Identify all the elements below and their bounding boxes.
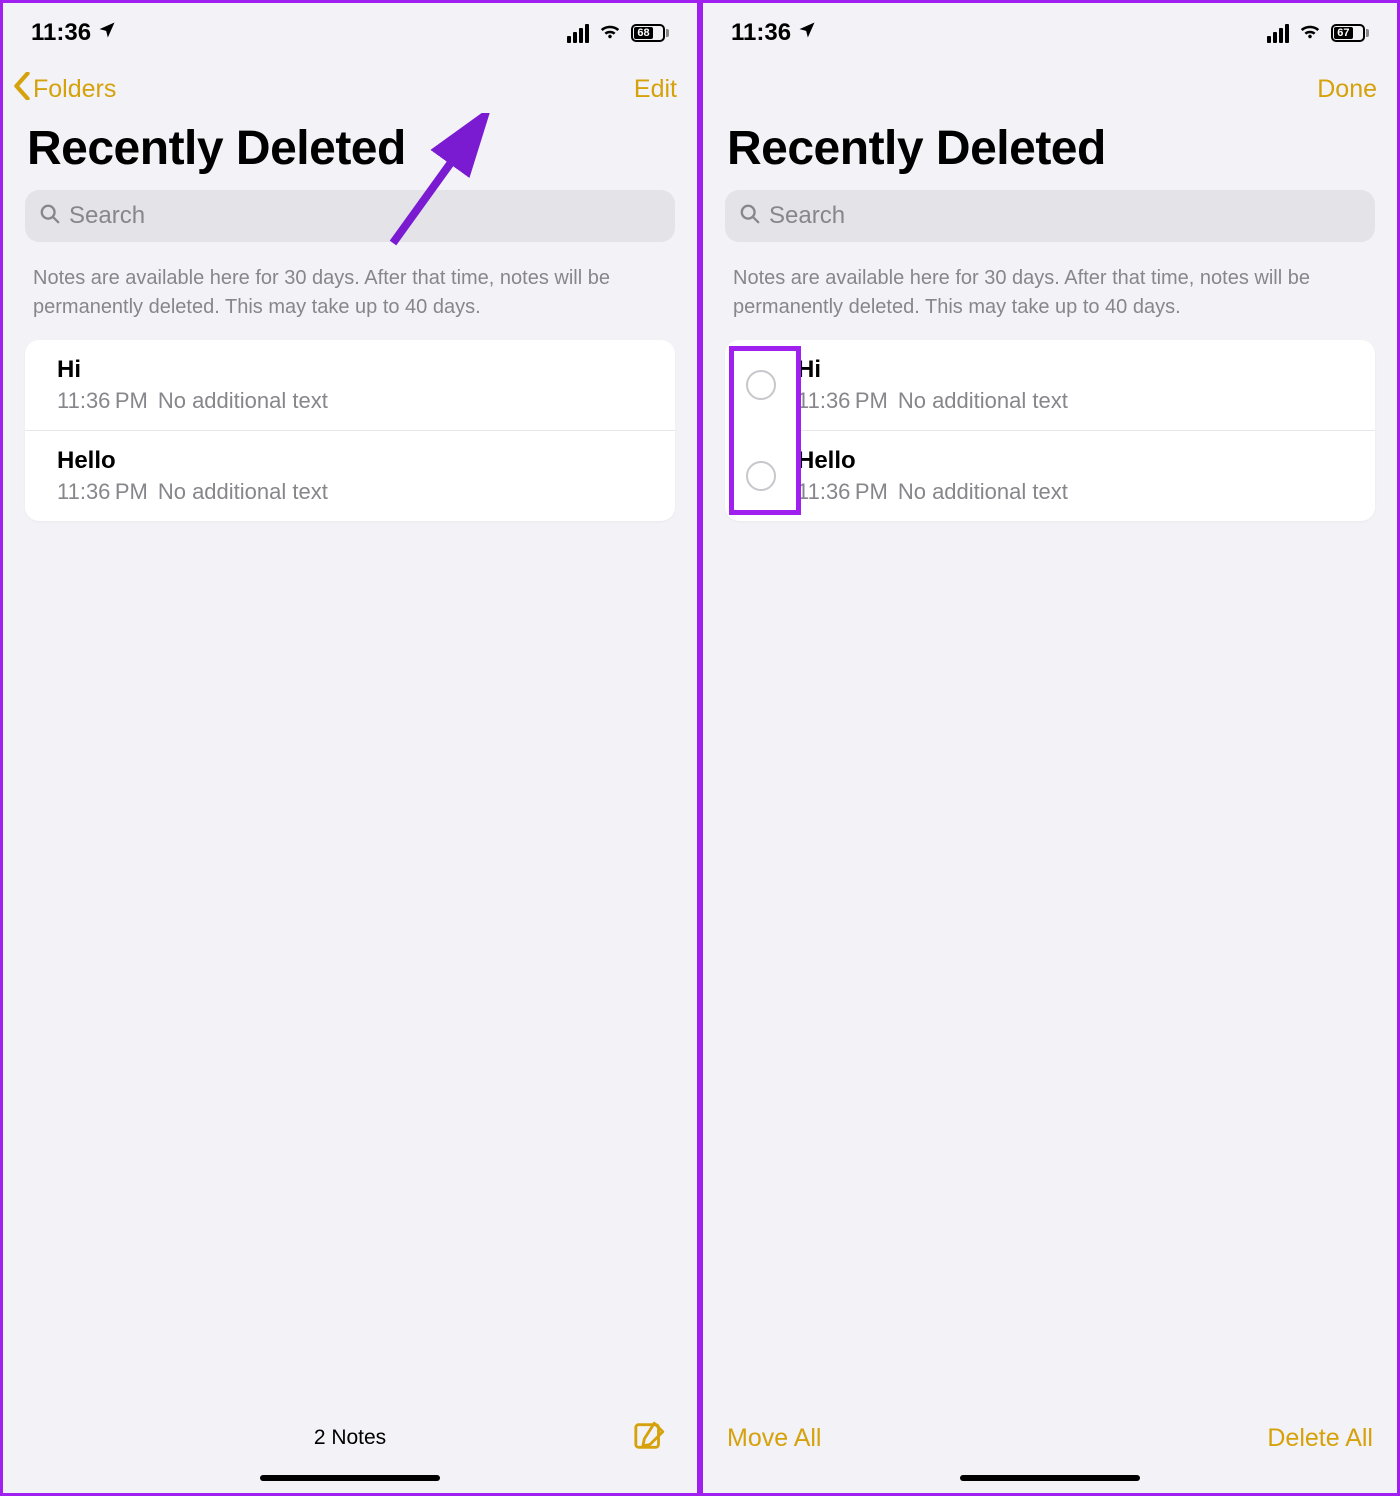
delete-all-button[interactable]: Delete All bbox=[1267, 1424, 1373, 1453]
note-title: Hi bbox=[57, 356, 675, 384]
notes-list: Hi 11:36 PMNo additional text Hello 11:3… bbox=[25, 340, 675, 521]
note-title: Hello bbox=[797, 447, 1375, 475]
status-time: 11:36 bbox=[31, 19, 91, 47]
screenshot-left: 11:36 68 Folders Edit Recently Deleted bbox=[0, 0, 700, 1496]
search-placeholder: Search bbox=[69, 202, 145, 230]
note-title: Hi bbox=[797, 356, 1375, 384]
note-row[interactable]: Hello 11:36 PMNo additional text bbox=[725, 430, 1375, 521]
search-placeholder: Search bbox=[769, 202, 845, 230]
done-button[interactable]: Done bbox=[1317, 75, 1377, 104]
note-row[interactable]: Hello 11:36 PMNo additional text bbox=[25, 430, 675, 521]
note-meta: 11:36 PMNo additional text bbox=[797, 388, 1375, 414]
page-title: Recently Deleted bbox=[3, 115, 697, 186]
bottom-toolbar: 2 Notes bbox=[3, 1401, 697, 1475]
edit-button[interactable]: Edit bbox=[634, 75, 677, 104]
nav-bar: Folders Edit bbox=[3, 63, 697, 115]
selection-circle[interactable] bbox=[746, 370, 776, 400]
page-title: Recently Deleted bbox=[703, 115, 1397, 186]
search-icon bbox=[739, 203, 761, 230]
wifi-icon bbox=[1299, 19, 1321, 47]
notes-count: 2 Notes bbox=[314, 1426, 386, 1450]
cellular-signal-icon bbox=[567, 24, 589, 43]
retention-info: Notes are available here for 30 days. Af… bbox=[703, 242, 1397, 340]
notes-list: Hi 11:36 PMNo additional text Hello 11:3… bbox=[725, 340, 1375, 521]
retention-info: Notes are available here for 30 days. Af… bbox=[3, 242, 697, 340]
back-button[interactable]: Folders bbox=[13, 72, 116, 107]
selection-circle[interactable] bbox=[746, 461, 776, 491]
bottom-toolbar: Move All Delete All bbox=[703, 1401, 1397, 1475]
note-row[interactable]: Hi 11:36 PMNo additional text bbox=[25, 340, 675, 430]
compose-button[interactable] bbox=[633, 1419, 667, 1458]
move-all-button[interactable]: Move All bbox=[727, 1424, 821, 1453]
note-meta: 11:36 PMNo additional text bbox=[57, 388, 675, 414]
cellular-signal-icon bbox=[1267, 24, 1289, 43]
location-icon bbox=[97, 19, 117, 47]
home-indicator bbox=[960, 1475, 1140, 1481]
note-row[interactable]: Hi 11:36 PMNo additional text bbox=[725, 340, 1375, 430]
status-time: 11:36 bbox=[731, 19, 791, 47]
nav-bar: Done bbox=[703, 63, 1397, 115]
screenshot-right: 11:36 67 Done Recently Deleted Search No… bbox=[700, 0, 1400, 1496]
back-label: Folders bbox=[33, 75, 116, 104]
note-title: Hello bbox=[57, 447, 675, 475]
home-indicator bbox=[260, 1475, 440, 1481]
chevron-left-icon bbox=[13, 72, 31, 107]
status-bar: 11:36 67 bbox=[703, 3, 1397, 63]
battery-icon: 68 bbox=[631, 24, 669, 42]
note-meta: 11:36 PMNo additional text bbox=[797, 479, 1375, 505]
note-meta: 11:36 PMNo additional text bbox=[57, 479, 675, 505]
wifi-icon bbox=[599, 19, 621, 47]
search-input[interactable]: Search bbox=[725, 190, 1375, 242]
battery-icon: 67 bbox=[1331, 24, 1369, 42]
location-icon bbox=[797, 19, 817, 47]
search-icon bbox=[39, 203, 61, 230]
status-bar: 11:36 68 bbox=[3, 3, 697, 63]
search-input[interactable]: Search bbox=[25, 190, 675, 242]
